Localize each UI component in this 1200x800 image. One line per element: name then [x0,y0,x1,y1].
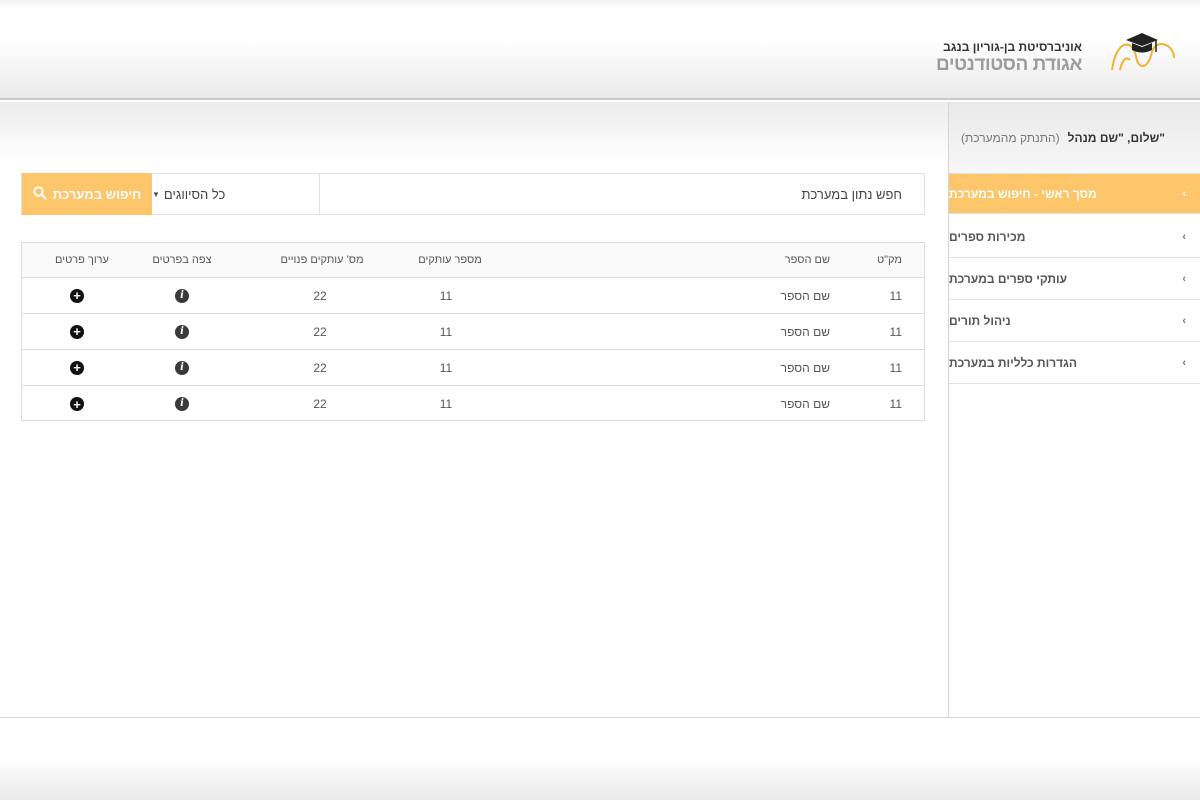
page-header: אוניברסיטת בן-גוריון בנגב אגודת הסטודנטי… [0,0,1200,100]
cell-name: שם הספר [780,288,830,303]
category-select-value: כל הסיווגים [163,186,226,202]
info-icon[interactable]: i [175,360,189,375]
cell-copies: 11 [439,360,453,375]
sidebar-item-label: מכירות ספרים [949,229,1026,244]
cell-sku: 11 [889,397,902,411]
chevron-right-icon: › [1182,230,1186,243]
sidebar-item-label: הגדרות כלליות במערכת [949,355,1078,370]
cell-free-copies: 22 [313,360,327,375]
plus-circle-icon[interactable]: + [70,397,84,411]
sidebar-item-general-settings[interactable]: › הגדרות כלליות במערכת [949,342,1200,384]
user-greeting: (התנתק מהמערכת) שלום, "שם מנהל" [949,102,1200,174]
plus-circle-icon[interactable]: + [70,360,84,375]
search-bar: חיפוש במערכת כל הסיווגים ▼ [21,173,925,215]
cell-free-copies: 22 [313,397,327,411]
cell-free-copies: 22 [313,324,327,339]
search-button[interactable]: חיפוש במערכת [22,173,152,215]
cell-view: i [152,386,212,422]
logout-link[interactable]: (התנתק מהמערכת) [961,131,1060,145]
sidebar-item-queue-management[interactable]: › ניהול תורים [949,300,1200,342]
cell-sku: 11 [889,360,902,375]
table-header-row: מק"ט שם הספר מספר עותקים מס' עותקים פנוי… [22,243,924,278]
sidebar-item-book-copies[interactable]: › עותקי ספרים במערכת [949,258,1200,300]
cell-copies: 11 [439,288,453,303]
chevron-right-icon: › [1182,314,1186,327]
cell-view: i [152,314,212,349]
sidebar-item-main-search[interactable]: › מסך ראשי - חיפוש במערכת [949,174,1200,214]
cell-view: i [152,350,212,385]
books-table: מק"ט שם הספר מספר עותקים מס' עותקים פנוי… [21,242,925,421]
cell-copies: 11 [439,324,453,339]
sidebar-item-label: מסך ראשי - חיפוש במערכת [949,186,1097,201]
table-row: 11 שם הספר 11 22 i + [22,314,924,350]
search-input[interactable] [320,174,924,214]
logo-cap-icon [1111,33,1175,71]
cell-copies: 11 [439,397,453,411]
cell-edit: + [47,278,107,313]
cell-sku: 11 [889,324,902,339]
cell-edit: + [47,386,107,422]
cell-edit: + [47,350,107,385]
caret-down-icon: ▼ [152,189,160,199]
column-header-edit: ערוך פרטים [55,254,109,266]
chevron-right-icon: › [1182,187,1186,200]
plus-circle-icon[interactable]: + [70,288,84,303]
cell-edit: + [47,314,107,349]
greeting-text: שלום, "שם מנהל" [1067,130,1165,145]
chevron-right-icon: › [1182,272,1186,285]
column-header-sku: מק"ט [876,254,902,266]
sidebar: (התנתק מהמערכת) שלום, "שם מנהל" › מסך רא… [948,102,1200,717]
column-header-name: שם הספר [784,254,830,266]
search-button-label: חיפוש במערכת [52,186,142,202]
column-header-free-copies: מס' עותקים פנויים [280,254,364,266]
university-logo[interactable]: אוניברסיטת בן-גוריון בנגב אגודת הסטודנטי… [936,30,1178,78]
sidebar-item-label: עותקי ספרים במערכת [949,271,1068,286]
sidebar-item-book-sales[interactable]: › מכירות ספרים [949,216,1200,258]
cell-sku: 11 [889,288,902,303]
page-footer [0,717,1200,800]
logo-union-name: אגודת הסטודנטים [936,54,1082,75]
cell-free-copies: 22 [313,288,327,303]
cell-name: שם הספר [780,397,830,411]
column-header-view: צפה בפרטים [152,254,212,266]
info-icon[interactable]: i [175,324,189,339]
plus-circle-icon[interactable]: + [70,324,84,339]
info-icon[interactable]: i [175,397,189,411]
cell-name: שם הספר [780,360,830,375]
table-row: 11 שם הספר 11 22 i + [22,386,924,422]
logo-university-name: אוניברסיטת בן-גוריון בנגב [943,40,1082,54]
search-icon [33,185,47,203]
info-icon[interactable]: i [175,288,189,303]
content-top-band [0,102,948,162]
table-row: 11 שם הספר 11 22 i + [22,278,924,314]
cell-name: שם הספר [780,324,830,339]
column-header-copies: מספר עותקים [418,254,482,266]
cell-view: i [152,278,212,313]
category-select[interactable]: כל הסיווגים ▼ [152,174,320,214]
chevron-right-icon: › [1182,356,1186,369]
sidebar-item-label: ניהול תורים [949,313,1011,328]
table-row: 11 שם הספר 11 22 i + [22,350,924,386]
